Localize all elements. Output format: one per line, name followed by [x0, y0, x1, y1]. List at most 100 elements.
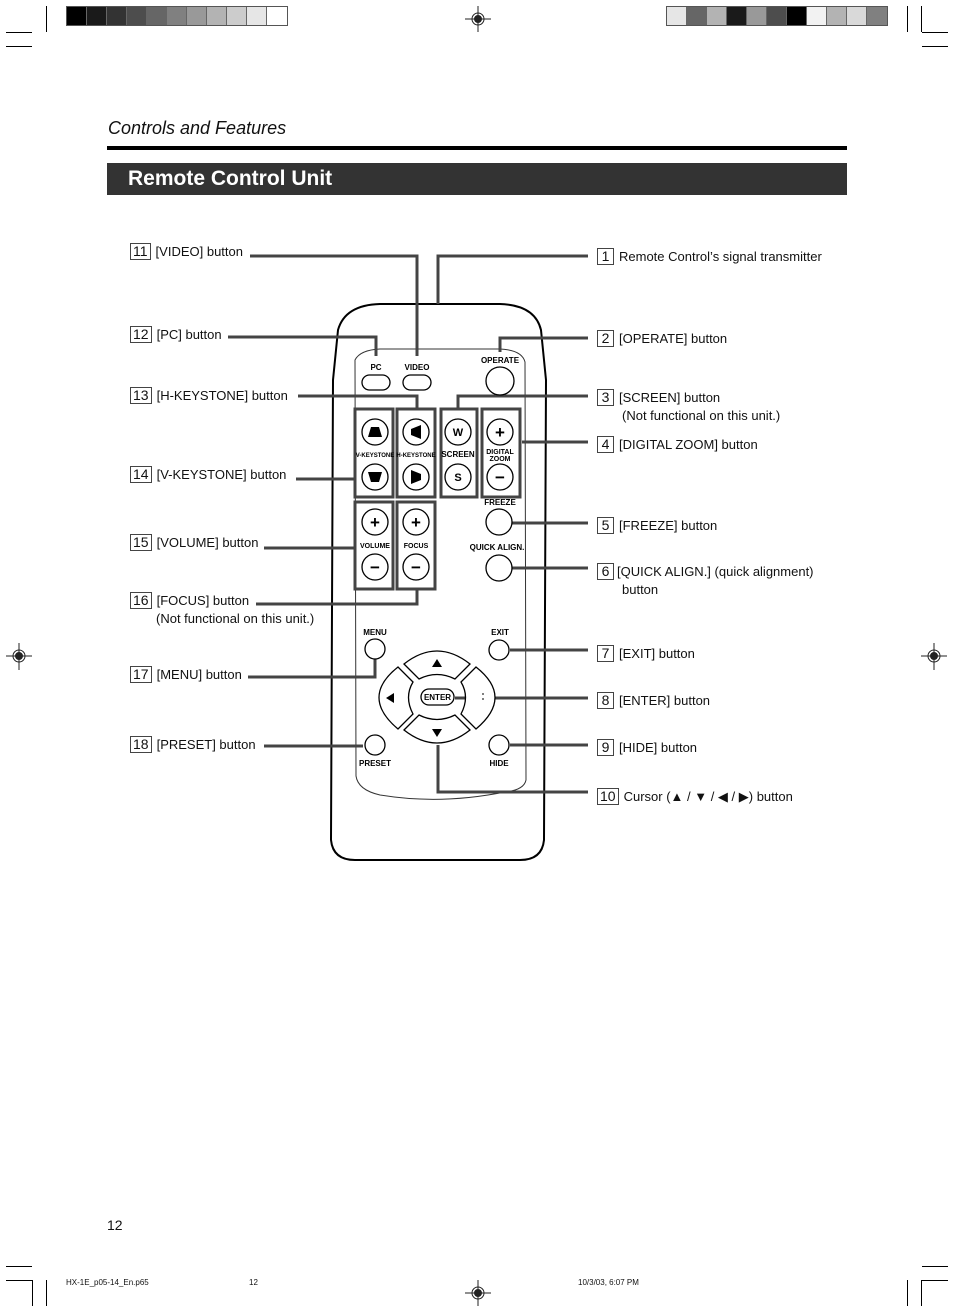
callout-number: 12: [130, 326, 152, 343]
callout-note: (Not functional on this unit.): [622, 408, 781, 423]
callout-17: 17 [MENU] button: [130, 666, 242, 684]
remote-control-diagram: PC VIDEO OPERATE V-KEYSTONE H-KEYSTONE W…: [228, 254, 588, 861]
minus-icon: −: [411, 558, 421, 577]
callout-number: 1: [597, 248, 614, 265]
callout-text: [OPERATE] button: [619, 331, 728, 346]
callout-number: 10: [597, 788, 619, 805]
video-button[interactable]: [402, 374, 432, 391]
callout-text: [FREEZE] button: [619, 518, 718, 533]
preset-button[interactable]: [364, 734, 386, 756]
callout-2: 2 [OPERATE] button: [597, 330, 727, 348]
callout-16: 16 [FOCUS] button (Not functional on this …: [130, 592, 314, 628]
callout-text: [QUICK ALIGN.] (quick alignment): [617, 564, 814, 579]
crop-mark: [921, 1280, 922, 1306]
callout-text: [SCREEN] button: [619, 390, 721, 405]
operate-label: OPERATE: [481, 356, 520, 365]
digital-label: DIGITAL: [486, 449, 514, 456]
callout-18: 18 [PRESET] button: [130, 736, 256, 754]
pc-label: PC: [370, 363, 381, 372]
callout-number: 2: [597, 330, 614, 347]
callout-number: 13: [130, 387, 152, 404]
callout-text: [V-KEYSTONE] button: [156, 467, 287, 482]
callout-text: [VOLUME] button: [156, 535, 259, 550]
callout-text: [PRESET] button: [156, 737, 256, 752]
screen-label: SCREEN: [441, 450, 475, 459]
h-keystone-label: H-KEYSTONE: [396, 453, 435, 459]
exit-label: EXIT: [491, 628, 509, 637]
crop-mark: [922, 1266, 948, 1267]
v-keystone-label: V-KEYSTONE: [356, 453, 395, 459]
volume-label: VOLUME: [360, 543, 390, 550]
callout-4: 4 [DIGITAL ZOOM] button: [597, 436, 758, 454]
callout-text: [PC] button: [156, 327, 222, 342]
quick-align-button[interactable]: [485, 554, 513, 582]
video-label: VIDEO: [405, 363, 430, 372]
callout-number: 14: [130, 466, 152, 483]
callout-text: Remote Control’s signal transmitter: [619, 249, 822, 264]
callout-11: 11 [VIDEO] button: [130, 243, 243, 261]
callout-1: 1 Remote Control’s signal transmitter: [597, 248, 822, 266]
minus-icon: −: [370, 558, 380, 577]
crop-mark: [922, 1280, 948, 1281]
freeze-label: FREEZE: [484, 498, 516, 507]
callout-text: [FOCUS] button: [156, 593, 250, 608]
callout-text: [EXIT] button: [619, 646, 695, 661]
plus-icon: +: [411, 513, 421, 532]
footer-timestamp: 10/3/03, 6:07 PM: [578, 1278, 639, 1287]
plus-icon: +: [370, 513, 380, 532]
callout-6: 6 [QUICK ALIGN.] (quick alignment) button: [597, 563, 814, 599]
callout-number: 3: [597, 389, 614, 406]
callout-3: 3 [SCREEN] button (Not functional on this …: [597, 389, 780, 425]
callout-number: 4: [597, 436, 614, 453]
enter-label: ENTER: [424, 693, 451, 702]
operate-button[interactable]: [485, 366, 515, 396]
callout-text: [DIGITAL ZOOM] button: [619, 437, 758, 452]
crop-mark: [32, 1280, 33, 1306]
callout-text: [H-KEYSTONE] button: [156, 388, 288, 403]
callout-number: 17: [130, 666, 152, 683]
hide-label: HIDE: [489, 759, 509, 768]
freeze-button[interactable]: [485, 508, 513, 536]
footer-file-page: 12: [249, 1278, 258, 1287]
menu-button[interactable]: [364, 638, 386, 660]
callout-number: 15: [130, 534, 152, 551]
exit-button[interactable]: [488, 639, 510, 661]
plus-icon: +: [495, 423, 505, 442]
leader-1: [436, 254, 588, 304]
callout-text: Cursor (▲ / ▼ / ◀ / ▶) button: [623, 789, 793, 804]
crop-mark: [6, 1280, 32, 1281]
menu-label: MENU: [363, 628, 387, 637]
quick-align-label: QUICK ALIGN.: [470, 543, 525, 552]
hide-button[interactable]: [488, 734, 510, 756]
callout-number: 9: [597, 739, 614, 756]
callout-8: 8 [ENTER] button: [597, 692, 710, 710]
callout-text: [VIDEO] button: [155, 244, 243, 259]
callout-number: 7: [597, 645, 614, 662]
crop-mark: [907, 1280, 908, 1306]
preset-label: PRESET: [359, 759, 391, 768]
minus-icon: −: [495, 468, 505, 487]
screen-s-glyph: S: [454, 472, 461, 484]
callout-text: [ENTER] button: [619, 693, 711, 708]
callout-7: 7 [EXIT] button: [597, 645, 695, 663]
callout-14: 14 [V-KEYSTONE] button: [130, 466, 286, 484]
crop-mark: [46, 1280, 47, 1306]
screen-w-glyph: W: [453, 427, 464, 439]
callout-15: 15 [VOLUME] button: [130, 534, 258, 552]
callout-note: button: [622, 582, 659, 597]
pc-button[interactable]: [361, 374, 391, 391]
callout-number: 18: [130, 736, 152, 753]
callout-number: 8: [597, 692, 614, 709]
callout-number: 16: [130, 592, 152, 609]
callout-number: 5: [597, 517, 614, 534]
page-number: 12: [107, 1217, 123, 1233]
crop-mark: [6, 1266, 32, 1267]
callout-9: 9 [HIDE] button: [597, 739, 697, 757]
callout-13: 13 [H-KEYSTONE] button: [130, 387, 288, 405]
focus-label: FOCUS: [404, 543, 429, 550]
callout-number: 6: [597, 563, 614, 580]
registration-mark-bottom: [465, 1280, 491, 1306]
footer-file-name: HX-1E_p05-14_En.p65: [66, 1278, 149, 1287]
callout-number: 11: [130, 243, 151, 260]
callout-text: [MENU] button: [156, 667, 242, 682]
